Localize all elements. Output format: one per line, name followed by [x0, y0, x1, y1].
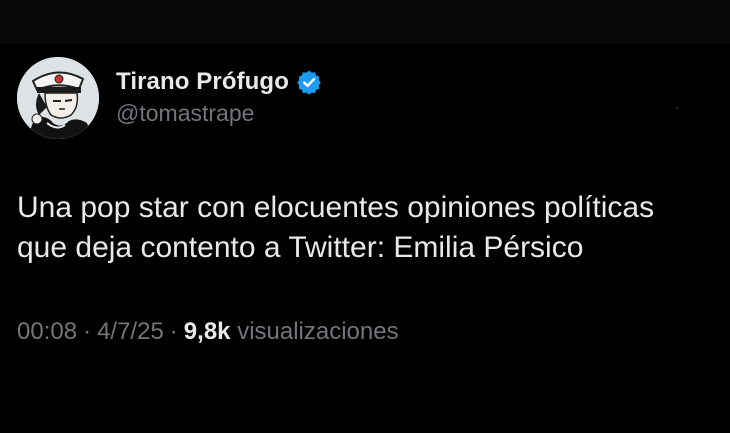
author-name-row[interactable]: Tirano Prófugo	[116, 66, 322, 98]
avatar[interactable]	[17, 57, 99, 139]
tweet-time[interactable]: 00:08	[17, 318, 77, 345]
display-name[interactable]: Tirano Prófugo	[116, 68, 289, 96]
tweet-text: Una pop star con elocuentes opiniones po…	[17, 188, 717, 268]
tweet-date[interactable]: 4/7/25	[97, 318, 164, 345]
views-count[interactable]: 9,8k	[184, 318, 231, 345]
views-label: visualizaciones	[237, 318, 399, 345]
meta-separator: ·	[83, 318, 92, 345]
tweet-card[interactable]: Tirano Prófugo @tomastrape Una pop star …	[0, 0, 730, 433]
tweet-text-line-1: Una pop star con elocuentes opiniones po…	[17, 191, 655, 224]
cartoon-sailor-avatar-icon	[17, 57, 99, 139]
tweet-meta: 00:08 · 4/7/25 · 9,8k visualizaciones	[17, 318, 399, 346]
meta-separator: ·	[169, 318, 178, 345]
author-handle[interactable]: @tomastrape	[116, 100, 254, 127]
verified-badge-icon[interactable]	[296, 69, 322, 95]
tweet-text-line-2: que deja contento a Twitter: Emilia Pérs…	[17, 231, 584, 264]
faint-dot	[676, 107, 678, 109]
